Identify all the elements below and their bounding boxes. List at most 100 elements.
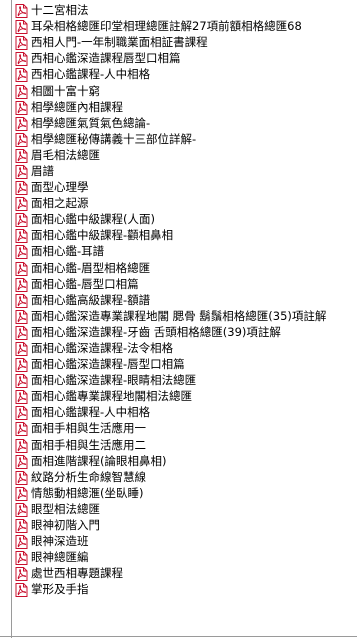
file-name-label: 面相手相與生活應用二: [31, 437, 146, 452]
file-name-label: 眉毛相法總匯: [31, 147, 100, 162]
file-name-label: 面相心鑑專業課程地閣相法總匯: [31, 389, 192, 404]
file-list-item[interactable]: 面相心鑑高級課程-額譜: [0, 292, 357, 308]
file-name-label: 眼型相法總匯: [31, 501, 100, 516]
pdf-file-icon: [15, 486, 28, 501]
pdf-file-icon: [15, 261, 28, 276]
pdf-file-icon: [15, 421, 28, 437]
file-list-item[interactable]: 西相心鑑課程-人中相格: [0, 66, 357, 83]
pdf-file-icon: [15, 84, 28, 99]
file-list-item[interactable]: 面相心鑑-耳譜: [0, 243, 357, 260]
pdf-file-icon: [15, 148, 28, 163]
file-list-item[interactable]: 眉譜: [0, 163, 357, 179]
file-list-item[interactable]: 面相心鑑深造專業課程地閣 腮骨 鬍鬚相格總匯(35)項註解: [0, 308, 357, 324]
file-list-item[interactable]: 十二宮相法: [0, 2, 357, 19]
file-name-label: 相學總匯秘傳講義十三部位詳解-: [31, 131, 197, 146]
file-list-item[interactable]: 眼神總匯編: [0, 549, 357, 566]
pdf-file-icon: [15, 550, 28, 566]
file-list-item[interactable]: 相學總匯內相課程: [0, 99, 357, 115]
file-list-item[interactable]: 處世西相專題課程: [0, 565, 357, 582]
file-name-label: 掌形及手指: [31, 582, 89, 597]
file-list-item[interactable]: 面相心鑑專業課程地閣相法總匯: [0, 388, 357, 405]
file-list-item[interactable]: 眉毛相法總匯: [0, 147, 357, 163]
file-name-label: 眼神總匯編: [31, 550, 89, 565]
file-list-item[interactable]: 面相心鑑課程-人中相格: [0, 404, 357, 421]
file-list-item[interactable]: 掌形及手指: [0, 581, 357, 598]
pdf-file-icon: [15, 67, 28, 83]
file-list-item[interactable]: 面相心鑑深造課程-唇型口相篇: [0, 356, 357, 373]
file-list-item[interactable]: 相圖十富十窮: [0, 82, 357, 99]
pdf-file-icon: [15, 196, 28, 212]
file-list-item[interactable]: 相學總匯秘傳講義十三部位詳解-: [0, 131, 357, 147]
file-name-label: 面相心鑑深造課程-唇型口相篇: [31, 357, 185, 372]
pdf-file-icon: [15, 566, 28, 582]
pdf-file-icon: [15, 389, 28, 405]
pdf-file-icon: [15, 309, 28, 324]
pdf-file-icon: [15, 470, 28, 485]
file-list-item[interactable]: 面相心鑑深造課程-法令相格: [0, 340, 357, 357]
file-list-item[interactable]: 情態動相總滙(坐臥睡): [0, 485, 357, 501]
file-list-item[interactable]: 眼神深造班: [0, 533, 357, 550]
pdf-file-icon: [15, 582, 28, 598]
file-name-label: 面相手相與生活應用一: [31, 421, 146, 436]
file-name-label: 面相心鑑深造課程-眼睛相法總匯: [31, 373, 197, 388]
pdf-file-icon: [15, 164, 28, 179]
file-list-item[interactable]: 西相心鑑深造課程唇型口相篇: [0, 50, 357, 67]
file-list-item[interactable]: 面相心鑑中級課程(人面): [0, 211, 357, 228]
file-list-item[interactable]: 西相人門-一年制職業面相証書課程: [0, 34, 357, 51]
file-name-label: 耳朵相格總匯印堂相理總匯註解27項前額相格總匯68: [31, 19, 302, 34]
file-name-label: 眉譜: [31, 163, 54, 178]
file-list-item[interactable]: 面相心鑑深造課程-牙齒 舌頭相格總匯(39)項註解: [0, 324, 357, 340]
file-name-label: 眼神深造班: [31, 534, 89, 549]
pdf-file-icon: [15, 518, 28, 534]
file-list-item[interactable]: 耳朵相格總匯印堂相理總匯註解27項前額相格總匯68: [0, 18, 357, 35]
file-name-label: 面型心理學: [31, 180, 89, 195]
pdf-file-icon: [15, 51, 28, 67]
pdf-file-icon: [15, 132, 28, 147]
pdf-file-icon: [15, 116, 28, 131]
file-list-item[interactable]: 面相心鑑中級課程-顴相鼻相: [0, 227, 357, 244]
file-name-label: 情態動相總滙(坐臥睡): [31, 485, 144, 500]
pdf-file-icon: [15, 341, 28, 357]
file-name-label: 西相心鑑課程-人中相格: [31, 67, 151, 82]
pdf-file-icon: [15, 293, 28, 308]
file-name-label: 面相心鑑中級課程(人面): [31, 212, 155, 227]
file-list-item[interactable]: 面相心鑑-唇型口相篇: [0, 276, 357, 292]
pdf-file-icon: [15, 405, 28, 421]
pdf-file-icon: [15, 277, 28, 292]
pdf-file-icon: [15, 325, 28, 340]
file-list-item[interactable]: 紋路分析生命線智慧線: [0, 469, 357, 485]
pdf-file-icon: [15, 19, 28, 35]
file-list-item[interactable]: 眼神初階入門: [0, 517, 357, 534]
file-list-item[interactable]: 面相進階課程(論眼相鼻相): [0, 453, 357, 469]
file-list-item[interactable]: 眼型相法總匯: [0, 501, 357, 517]
file-list: 十二宮相法 耳朵相格總匯印堂相理總匯註解27項前額相格總匯68 西相人門-一年制職業…: [0, 2, 357, 634]
file-name-label: 面相心鑑深造課程-法令相格: [31, 341, 174, 356]
file-name-label: 相學總匯內相課程: [31, 99, 123, 114]
pdf-file-icon: [15, 228, 28, 244]
pdf-file-icon: [15, 244, 28, 260]
pdf-file-icon: [15, 180, 28, 196]
file-name-label: 相學總匯氣質氣色總論-: [31, 115, 151, 130]
list-bottom-border: [0, 636, 357, 637]
file-name-label: 西相心鑑深造課程唇型口相篇: [31, 51, 181, 66]
file-name-label: 處世西相專題課程: [31, 566, 123, 581]
pdf-file-icon: [15, 454, 28, 469]
file-name-label: 面相心鑑-耳譜: [31, 244, 105, 259]
pdf-file-icon: [15, 35, 28, 51]
file-name-label: 面相心鑑深造課程-牙齒 舌頭相格總匯(39)項註解: [31, 324, 281, 339]
file-name-label: 紋路分析生命線智慧線: [31, 469, 146, 484]
pdf-file-icon: [15, 373, 28, 389]
pdf-file-icon: [15, 3, 28, 19]
file-list-item[interactable]: 面相心鑑深造課程-眼睛相法總匯: [0, 372, 357, 389]
file-list-item[interactable]: 面相手相與生活應用二: [0, 437, 357, 453]
file-list-item[interactable]: 相學總匯氣質氣色總論-: [0, 115, 357, 131]
pdf-file-icon: [15, 438, 28, 453]
file-list-item[interactable]: 面相手相與生活應用一: [0, 420, 357, 437]
file-name-label: 面相心鑑深造專業課程地閣 腮骨 鬍鬚相格總匯(35)項註解: [31, 308, 327, 323]
file-name-label: 面相之起源: [31, 196, 89, 211]
pdf-file-icon: [15, 212, 28, 228]
file-list-item[interactable]: 面型心理學: [0, 179, 357, 196]
file-list-item[interactable]: 面相心鑑-眉型相格總匯: [0, 260, 357, 276]
file-list-item[interactable]: 面相之起源: [0, 195, 357, 212]
file-name-label: 面相心鑑課程-人中相格: [31, 405, 151, 420]
